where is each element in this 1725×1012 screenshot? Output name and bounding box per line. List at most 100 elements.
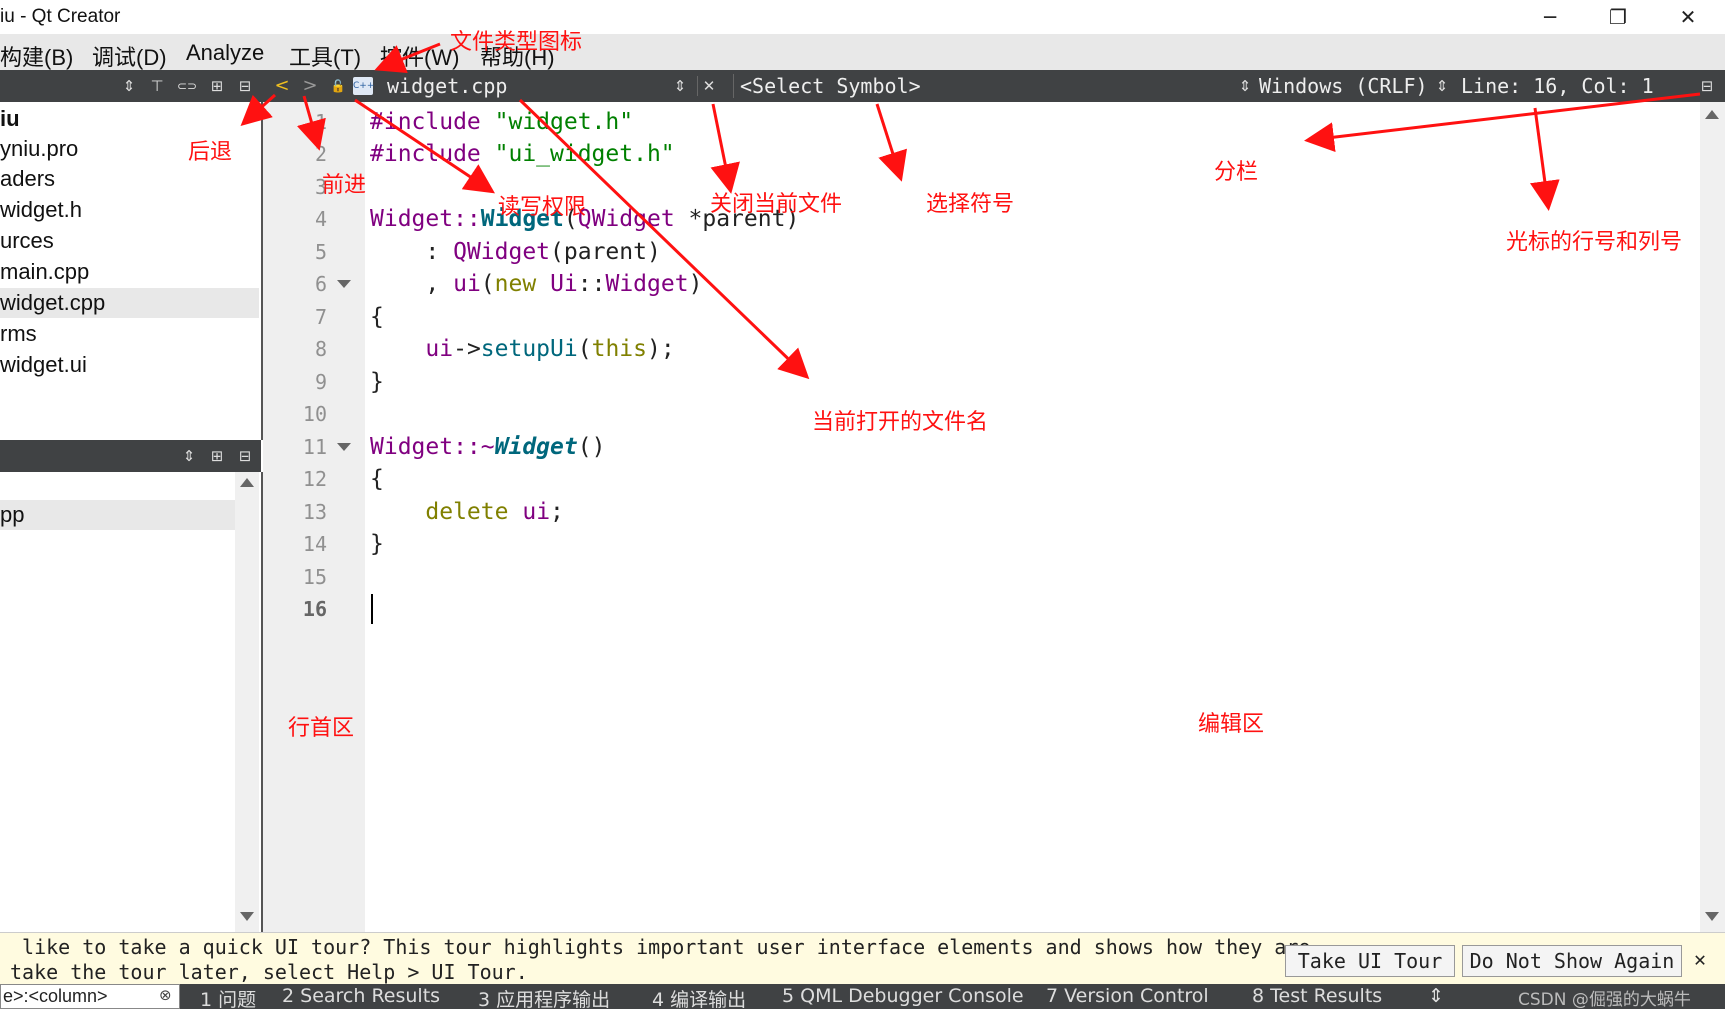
project-toolbar: ⇕ ⊤ ⊂⊃ ⊞ ⊟ [0,70,261,102]
tab-qml-console[interactable]: 5 QML Debugger Console [782,985,1024,1007]
line-number: 15 [302,565,327,589]
forward-button[interactable]: > [299,76,321,96]
back-button[interactable]: < [271,76,293,96]
line-number-gutter: 1 2 3 4 5 6 7 8 9 10 11 12 13 14 15 16 [263,102,365,932]
line-ending-selector[interactable]: Windows (CRLF) [1259,74,1428,98]
code-editor[interactable]: #include "widget.h" #include "ui_widget.… [365,102,1700,932]
fold-marker-icon[interactable] [337,280,351,288]
menu-analyze[interactable]: Analyze [186,40,264,66]
filter-icon[interactable]: ⊤ [146,76,168,96]
close-window-button[interactable]: ✕ [1668,4,1708,30]
annotation-gutter: 行首区 [288,716,355,741]
tour-message-line2: take the tour later, select Help > UI To… [10,960,528,984]
scroll-down-icon[interactable] [1705,912,1719,921]
editor-scrollbar[interactable] [1700,102,1725,932]
menu-tools[interactable]: 工具(T) [289,40,361,72]
tour-message-line1: like to take a quick UI tour? This tour … [10,935,1311,959]
open-docs-scrollbar[interactable] [235,472,259,932]
file-dropdown-icon[interactable]: ⇕ [669,76,691,96]
close-infobar-icon[interactable]: ✕ [1694,947,1706,971]
tree-item[interactable]: widget.ui [0,350,259,380]
code-line: { [370,466,384,492]
line-number: 13 [302,500,327,524]
scroll-up-icon[interactable] [240,478,254,487]
text-cursor [371,594,373,624]
close-pane-icon[interactable]: ⊟ [234,76,256,96]
do-not-show-again-button[interactable]: Do Not Show Again [1462,945,1682,977]
tree-item[interactable]: aders [0,164,259,194]
minimize-button[interactable]: ─ [1530,4,1570,30]
close-file-button[interactable]: ✕ [697,76,720,96]
menu-build[interactable]: 构建(B) [0,40,73,72]
line-number: 6 [314,272,327,296]
annotation-file-type: 文件类型图标 [450,30,583,55]
annotation-rw: 读写权限 [498,195,587,220]
open-documents-toolbar: ⇕ ⊞ ⊟ [0,440,261,472]
split-icon[interactable]: ⊞ [206,76,228,96]
tree-item[interactable]: urces [0,226,259,256]
scroll-down-icon[interactable] [240,912,254,921]
tree-item[interactable]: iu [0,104,259,134]
tree-item[interactable]: main.cpp [0,257,259,287]
split-editor-icon[interactable]: ⊟ [1696,76,1718,96]
editor-toolbar: < > 🔓 C++ widget.cpp ⇕ ✕ <Select Symbol>… [261,70,1725,102]
code-line: #include "ui_widget.h" [370,141,675,167]
annotation-current-file: 当前打开的文件名 [812,410,989,435]
tab-version-control[interactable]: 7 Version Control [1046,985,1209,1007]
sort-icon[interactable]: ⇕ [118,76,140,96]
tab-search-results[interactable]: 2 Search Results [282,985,440,1007]
file-name[interactable]: widget.cpp [387,74,507,98]
code-line: } [370,369,384,395]
code-line: : QWidget(parent) [370,239,661,265]
code-line: delete ui; [425,499,564,525]
line-ending-dropdown-icon[interactable]: ⇕ [1431,76,1453,96]
tree-item[interactable]: widget.h [0,195,259,225]
symbol-selector[interactable]: <Select Symbol> [733,74,921,98]
tree-item-selected[interactable]: widget.cpp [0,288,259,318]
code-line: , ui(new Ui::Widget) [370,271,703,297]
tab-app-output[interactable]: 3 应用程序输出 [478,985,610,1012]
take-ui-tour-button[interactable]: Take UI Tour [1285,945,1455,977]
fold-marker-icon[interactable] [337,443,351,451]
symbol-dropdown-icon[interactable]: ⇕ [1234,76,1256,96]
lock-icon[interactable]: 🔓 [327,76,349,96]
title-bar: iu - Qt Creator ─ ❐ ✕ [0,0,1725,34]
open-document-item[interactable]: pp [0,500,235,530]
file-type-icon: C++ [353,77,374,95]
line-number: 4 [314,207,327,231]
output-pane-bar: e>:<column> ⊗ 1 问题 2 Search Results 3 应用… [0,984,1725,1012]
locator-input[interactable]: e>:<column> ⊗ [0,984,180,1009]
code-line: } [370,531,384,557]
annotation-back: 后退 [188,140,233,165]
close-pane-icon[interactable]: ⊟ [234,446,256,466]
split-icon[interactable]: ⊞ [206,446,228,466]
line-number: 3 [314,175,327,199]
line-number: 11 [302,435,327,459]
menu-controls[interactable]: 控件(W) [380,40,459,72]
menu-bar: 构建(B) 调试(D) Analyze 工具(T) 控件(W) 帮助(H) [0,34,1725,70]
clear-icon[interactable]: ⊗ [159,986,172,1004]
sort-icon[interactable]: ⇕ [178,446,200,466]
scroll-up-icon[interactable] [1705,110,1719,119]
link-icon[interactable]: ⊂⊃ [174,76,200,96]
tree-item[interactable]: rms [0,319,259,349]
tab-compile-output[interactable]: 4 编译输出 [652,985,746,1012]
line-number: 2 [314,142,327,166]
open-documents-list: pp [0,472,263,932]
tab-test-results[interactable]: 8 Test Results [1252,985,1382,1007]
code-line: { [370,304,384,330]
annotation-forward: 前进 [322,173,367,198]
code-line: #include "widget.h" [370,109,634,135]
annotation-editor: 编辑区 [1198,712,1265,737]
menu-debug[interactable]: 调试(D) [92,40,167,72]
annotation-close-file: 关闭当前文件 [710,192,843,217]
restore-button[interactable]: ❐ [1598,4,1638,30]
line-number: 10 [302,402,327,426]
tab-issues[interactable]: 1 问题 [200,985,256,1012]
line-number: 8 [314,337,327,361]
cursor-position[interactable]: Line: 16, Col: 1 [1461,74,1654,98]
ui-tour-infobar: like to take a quick UI tour? This tour … [0,932,1725,985]
annotation-cursor-pos: 光标的行号和列号 [1506,230,1683,255]
more-tabs-icon[interactable]: ⇕ [1428,985,1444,1007]
window-title: iu - Qt Creator [0,6,121,27]
